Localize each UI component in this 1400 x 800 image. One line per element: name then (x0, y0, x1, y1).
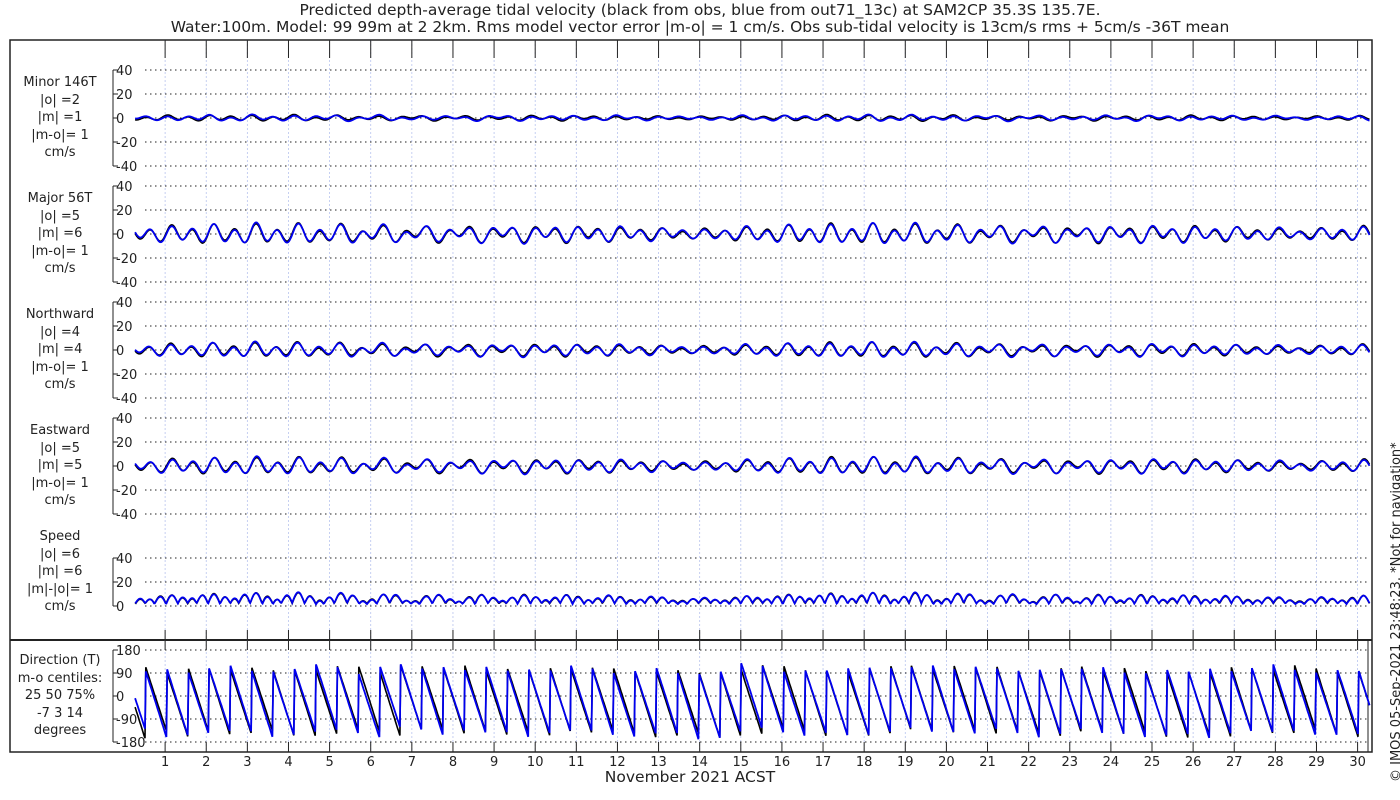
panel-label-line: 25 50 75% (24, 688, 96, 704)
x-tick-label: 6 (367, 755, 375, 770)
panel-label-line: cm/s (44, 145, 76, 161)
panel-label-line: |m| =5 (37, 458, 83, 474)
panel-label-line: Major 56T (27, 191, 93, 207)
y-tick-label: -40 (116, 160, 137, 175)
panel-label-line: |m|-|o|= 1 (26, 581, 94, 597)
panel-north: 40 20 0 -20 -40 (112, 296, 1371, 407)
panel-label-line: cm/s (44, 261, 76, 277)
panel-label-speed: Speed |o| =6 |m| =6 |m|-|o|= 1 cm/s (10, 528, 110, 616)
y-tick-label: 180 (116, 644, 141, 659)
panel-label-line: |o| =4 (39, 324, 80, 340)
panel-label-line: Northward (25, 307, 95, 323)
panel-east: 40 20 0 -20 -40 (112, 412, 1371, 523)
y-tick-label: 0 (116, 228, 124, 243)
panel-label-line: cm/s (44, 599, 76, 615)
panel-minor: 40 20 0 -20 -40 (112, 64, 1370, 175)
panel-label-line: |m-o|= 1 (31, 359, 89, 375)
panel-label-line: cm/s (44, 377, 76, 393)
panel-label-line: |m| =6 (37, 226, 83, 242)
panel-label-line: Direction (T) (19, 653, 101, 669)
panel-label-line: cm/s (44, 493, 76, 509)
panel-label-line: |m| =4 (37, 342, 83, 358)
x-tick-label: 27 (1226, 755, 1243, 770)
x-tick-label: 21 (979, 755, 996, 770)
panel-label-line: Minor 146T (23, 75, 97, 91)
panel-speed: 40 20 0 (112, 552, 1371, 615)
copyright-notice: © IMOS 05-Sep-2021 23:48:23. *Not for na… (1389, 442, 1400, 782)
x-tick-label: 1 (161, 755, 169, 770)
panel-label-line: |m-o|= 1 (31, 243, 89, 259)
y-tick-label: 40 (116, 180, 133, 195)
x-tick-label: 18 (856, 755, 873, 770)
y-tick-label: -40 (116, 392, 137, 407)
y-tick-label: 40 (116, 64, 133, 79)
series-model-east (134, 455, 1371, 476)
y-tick-label: 40 (116, 296, 133, 311)
x-tick-label: 2 (202, 755, 210, 770)
y-tick-label: 20 (116, 204, 133, 219)
panel-label-line: |m| =6 (37, 564, 83, 580)
y-tick-label: -20 (116, 484, 137, 499)
y-tick-label: 0 (116, 460, 124, 475)
panel-label-line: |m-o|= 1 (31, 475, 89, 491)
y-tick-label: -20 (116, 136, 137, 151)
panel-label-major: Major 56T |o| =5 |m| =6 |m-o|= 1 cm/s (10, 190, 110, 278)
y-tick-label: 20 (116, 576, 133, 591)
panel-label-line: Speed (39, 529, 81, 545)
panel-label-line: m-o centiles: (17, 670, 103, 686)
panel-label-line: |o| =2 (39, 92, 80, 108)
x-tick-label: 28 (1267, 755, 1284, 770)
x-tick-label: 5 (325, 755, 333, 770)
x-tick-label: 26 (1185, 755, 1202, 770)
y-tick-label: 20 (116, 320, 133, 335)
panel-label-line: |o| =6 (39, 546, 80, 562)
panel-label-east: Eastward |o| =5 |m| =5 |m-o|= 1 cm/s (10, 422, 110, 510)
x-tick-label: 30 (1349, 755, 1366, 770)
x-tick-label: 9 (490, 755, 498, 770)
y-tick-label: 0 (116, 600, 124, 615)
panel-label-line: |m-o|= 1 (31, 127, 89, 143)
x-tick-label: 25 (1144, 755, 1161, 770)
x-tick-label: 4 (284, 755, 292, 770)
y-tick-label: 40 (116, 552, 133, 567)
y-tick-label: -20 (116, 252, 137, 267)
series-model-speed (134, 591, 1371, 607)
x-tick-label: 24 (1103, 755, 1120, 770)
x-tick-label: 19 (897, 755, 914, 770)
y-tick-label: 20 (116, 88, 133, 103)
y-tick-label: -90 (116, 713, 137, 728)
y-tick-label: 0 (116, 690, 124, 705)
panel-label-line: degrees (33, 723, 87, 739)
panel-label-line: -7 3 14 (36, 705, 84, 721)
y-tick-label: 20 (116, 436, 133, 451)
panel-direction: 180 90 0 -90 -180 (112, 644, 1371, 751)
x-axis-label: November 2021 ACST (604, 768, 776, 786)
y-tick-label: 40 (116, 412, 133, 427)
panel-major: 40 20 0 -20 -40 (112, 180, 1371, 291)
x-tick-label: 8 (449, 755, 457, 770)
x-tick-label: 20 (938, 755, 955, 770)
y-tick-label: -20 (116, 368, 137, 383)
panel-label-minor: Minor 146T |o| =2 |m| =1 |m-o|= 1 cm/s (10, 74, 110, 162)
panel-label-line: |o| =5 (39, 440, 80, 456)
y-tick-label: 0 (116, 344, 124, 359)
panel-label-line: |o| =5 (39, 208, 80, 224)
panel-label-line: |m| =1 (37, 110, 83, 126)
panel-label-line: Eastward (29, 423, 91, 439)
x-tick-label: 29 (1308, 755, 1325, 770)
y-tick-label: -40 (116, 508, 137, 523)
y-tick-label: 90 (116, 667, 133, 682)
y-tick-label: -180 (116, 736, 146, 751)
y-tick-label: -40 (116, 276, 137, 291)
y-tick-label: 0 (116, 112, 124, 127)
plot-frame (9, 39, 1373, 753)
x-tick-label: 3 (243, 755, 251, 770)
x-tick-label: 7 (408, 755, 416, 770)
panel-label-direction: Direction (T) m-o centiles: 25 50 75% -7 3 … (10, 652, 110, 740)
panel-label-north: Northward |o| =4 |m| =4 |m-o|= 1 cm/s (10, 306, 110, 394)
x-tick-label: 22 (1020, 755, 1037, 770)
chart-plot-area: 1 2 3 4 5 6 7 8 9 10 11 12 13 14 15 16 17 18 19 20 21 22 23 24 2… (9, 39, 1373, 770)
x-tick-label: 23 (1061, 755, 1078, 770)
